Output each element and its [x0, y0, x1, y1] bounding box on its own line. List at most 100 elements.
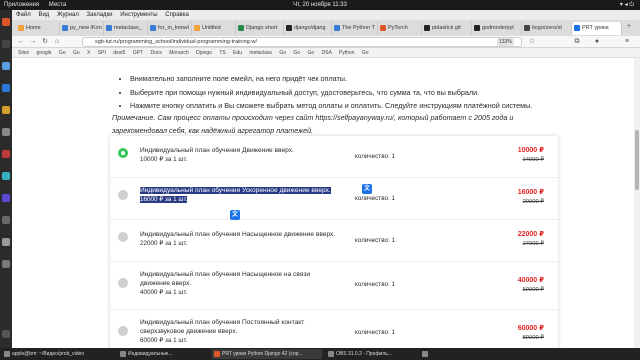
menu-bookmarks[interactable]: Закладки: [87, 12, 113, 18]
reload-icon[interactable]: ↻: [40, 37, 50, 47]
bookmark-item[interactable]: SPI: [98, 50, 106, 56]
tab-pytorch[interactable]: PyTorch: [378, 22, 422, 35]
plan-row[interactable]: Индивидуальный план обучения Движение вв…: [110, 136, 558, 178]
tab-untitled[interactable]: Untitled: [192, 22, 236, 35]
plan-row[interactable]: Индивидуальный план обучения Насыщенное …: [110, 262, 558, 310]
apps-grid-icon[interactable]: [2, 330, 10, 338]
music-dock-icon[interactable]: [2, 106, 10, 114]
plan-info: Индивидуальный план обучения Насыщенное …: [140, 230, 340, 248]
bookmark-item[interactable]: Go: [279, 50, 286, 56]
menu-view[interactable]: Вид: [38, 12, 49, 18]
bookmark-item[interactable]: Go: [293, 50, 300, 56]
tab-metaclass[interactable]: metaclass_: [104, 22, 148, 35]
menu-file[interactable]: Файл: [16, 12, 31, 18]
monitor-dock-icon[interactable]: [2, 216, 10, 224]
notes-dock-icon[interactable]: [2, 238, 10, 246]
translate-icon[interactable]: 文: [230, 210, 240, 220]
tab-bar: Home py_new /Kon metaclass_ for_in_knowl…: [12, 20, 640, 36]
network-icon[interactable]: ▾: [620, 2, 623, 8]
plan-radio[interactable]: [118, 278, 128, 288]
page-scrollbar[interactable]: [634, 58, 640, 348]
scrollbar-thumb[interactable]: [635, 130, 639, 190]
plan-row[interactable]: Индивидуальный план обучения Ускоренное …: [110, 178, 558, 220]
tab-django-short[interactable]: Django short: [236, 22, 284, 35]
taskbar-item-obs[interactable]: OBS 31.0.2 - Профиль...: [326, 349, 416, 359]
plan-row[interactable]: Индивидуальный план обучения Постоянный …: [110, 310, 558, 348]
home-icon[interactable]: ⌂: [52, 37, 62, 47]
system-tray[interactable]: ▾ ◂ ⏻: [620, 0, 634, 10]
bookmark-item[interactable]: Django: [196, 50, 212, 56]
bookmark-item[interactable]: Monarch: [169, 50, 188, 56]
plan-radio-selected[interactable]: [118, 148, 128, 158]
tab-for-in-knowl[interactable]: for_in_knowl: [148, 22, 192, 35]
plan-radio[interactable]: [118, 232, 128, 242]
menu-history[interactable]: Журнал: [57, 12, 79, 18]
tab-godmode[interactable]: godmode/pyt: [472, 22, 522, 35]
forward-icon[interactable]: →: [28, 37, 38, 47]
back-icon[interactable]: ←: [16, 37, 26, 47]
tab-prt-lessons[interactable]: PRT уроки: [572, 22, 622, 35]
settings-dock-icon[interactable]: [2, 128, 10, 136]
bookmark-item[interactable]: TS: [219, 50, 225, 56]
tab-label: django/djang: [294, 25, 326, 31]
tab-py-new[interactable]: py_new /Kon: [60, 22, 104, 35]
bookmark-item[interactable]: GPT: [133, 50, 143, 56]
plan-radio[interactable]: [118, 190, 128, 200]
camera-dock-icon[interactable]: [2, 150, 10, 158]
taskbar-item-browser[interactable]: PRT уроки Python Django 42 (сор...: [212, 349, 322, 359]
tab-the-python[interactable]: The Python T: [332, 22, 378, 35]
plan-radio[interactable]: [118, 326, 128, 336]
system-top-bar: Приложения Места Чт, 20 ноября 11:33 ▾ ◂…: [0, 0, 640, 10]
browser-menu-bar: Файл Вид Журнал Закладки Инструменты Спр…: [12, 10, 640, 20]
menu-help[interactable]: Справка: [165, 12, 189, 18]
translate-icon[interactable]: 文: [362, 184, 372, 194]
bookmark-item[interactable]: DSA: [322, 50, 332, 56]
bookmark-item[interactable]: Docs: [150, 50, 161, 56]
power-icon[interactable]: ⏻: [629, 2, 634, 8]
tab-django-django[interactable]: django/djang: [284, 22, 332, 35]
tab-home[interactable]: Home: [16, 22, 60, 35]
chat-dock-icon[interactable]: [2, 172, 10, 180]
taskbar-item-misc[interactable]: [420, 349, 460, 359]
editor-dock-icon[interactable]: [2, 84, 10, 92]
bookmark-item[interactable]: dext5: [113, 50, 125, 56]
trash-dock-icon[interactable]: [2, 260, 10, 268]
tab-pidastick[interactable]: pidastick git: [422, 22, 472, 35]
tab-label: tiogo/zero/st: [532, 25, 562, 31]
instructions-list: Внимательно заполните поле емейл, на нег…: [130, 72, 570, 113]
bookmark-item[interactable]: Go: [362, 50, 369, 56]
volume-icon[interactable]: ◂: [625, 2, 628, 8]
browser-dock-icon[interactable]: [2, 18, 10, 26]
code-dock-icon[interactable]: [2, 194, 10, 202]
extensions-icon[interactable]: ⧉: [572, 37, 582, 47]
bookmark-item[interactable]: Edu: [233, 50, 242, 56]
tab-tiogo[interactable]: tiogo/zero/st: [522, 22, 572, 35]
bookmark-item[interactable]: google: [37, 50, 52, 56]
plan-unit-price: 16000 ₽ за 1 шт.: [140, 196, 188, 203]
tab-favicon: [62, 25, 68, 31]
taskbar-item-window[interactable]: Индивидуальные...: [118, 349, 208, 359]
account-icon[interactable]: ●: [592, 37, 602, 47]
bookmark-star-icon[interactable]: ☆: [527, 37, 537, 47]
bookmark-item[interactable]: metaclass: [249, 50, 272, 56]
bookmark-item[interactable]: Go: [59, 50, 66, 56]
bookmark-item[interactable]: Go: [73, 50, 80, 56]
files-dock-icon[interactable]: [2, 62, 10, 70]
address-bar[interactable]: sgb-tut.ru/programming_school/individual…: [82, 37, 522, 47]
terminal-dock-icon[interactable]: [2, 40, 10, 48]
app-icon: [422, 351, 428, 357]
bookmark-item[interactable]: X: [87, 50, 90, 56]
system-clock[interactable]: Чт, 20 ноября 11:33: [0, 0, 640, 10]
menu-tools[interactable]: Инструменты: [120, 12, 157, 18]
bookmark-item[interactable]: Python: [339, 50, 355, 56]
bookmark-item[interactable]: Sites: [18, 50, 29, 56]
tab-label: Django short: [246, 25, 278, 31]
bookmark-item[interactable]: Go: [307, 50, 314, 56]
plan-row[interactable]: Индивидуальный план обучения Насыщенное …: [110, 220, 558, 262]
zoom-level-badge[interactable]: 133%: [497, 38, 514, 46]
taskbar-item-label: apple@bm: ~/Видео/prob_video: [12, 351, 85, 357]
taskbar-item-terminal[interactable]: apple@bm: ~/Видео/prob_video: [2, 349, 112, 359]
tab-favicon: [150, 25, 156, 31]
new-tab-button[interactable]: +: [624, 22, 634, 32]
menu-hamburger-icon[interactable]: ≡: [622, 37, 632, 47]
